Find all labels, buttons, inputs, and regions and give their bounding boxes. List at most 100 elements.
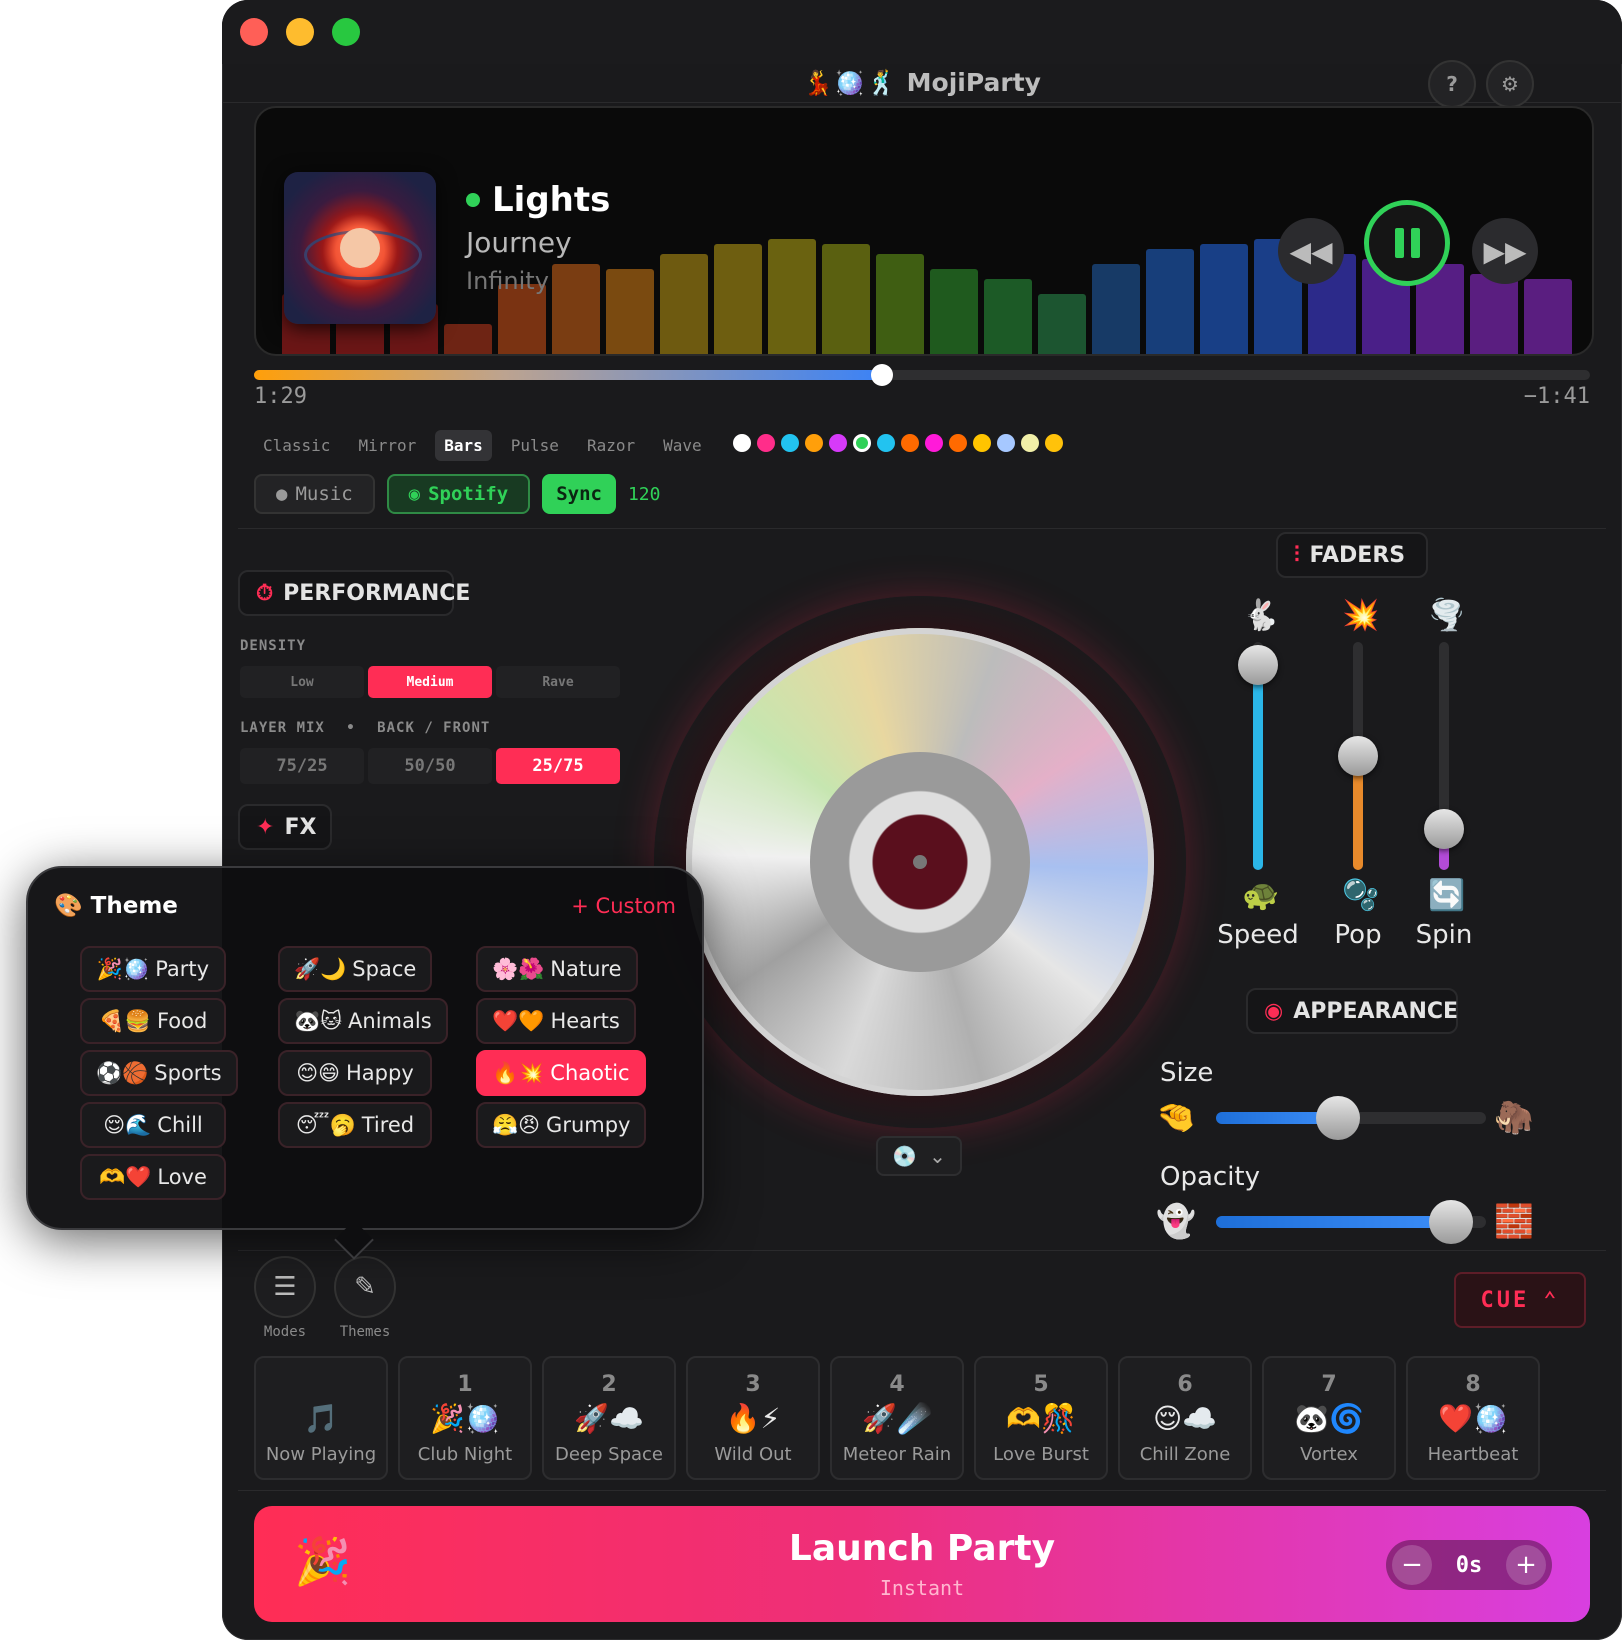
color-swatch[interactable] — [997, 434, 1015, 452]
playback-scrubber[interactable] — [870, 364, 893, 386]
preset-deep-space[interactable]: 2 🚀☁️ Deep Space — [542, 1356, 676, 1480]
cue-button[interactable]: CUE ⌃ — [1454, 1272, 1586, 1328]
rewind-icon: ◀◀ — [1289, 234, 1333, 268]
color-swatch[interactable] — [925, 434, 943, 452]
cue-label: CUE — [1480, 1287, 1530, 1313]
close-window-button[interactable] — [240, 18, 268, 46]
preset-number: 1 — [457, 1371, 473, 1397]
preset-now-playing[interactable]: 🎵 Now Playing — [254, 1356, 388, 1480]
next-track-button[interactable]: ▶▶ — [1472, 218, 1538, 284]
visualizer-bar — [768, 239, 816, 354]
theme-chip-party[interactable]: 🎉🪩 Party — [80, 946, 226, 992]
decrease-delay-button[interactable]: − — [1392, 1545, 1432, 1585]
sync-button[interactable]: Sync — [542, 474, 616, 514]
previous-track-button[interactable]: ◀◀ — [1278, 218, 1344, 284]
preset-meteor-rain[interactable]: 4 🚀☄️ Meteor Rain — [830, 1356, 964, 1480]
zoom-window-button[interactable] — [332, 18, 360, 46]
turntable[interactable] — [654, 596, 1186, 1128]
modes-button[interactable]: ☰ — [254, 1256, 316, 1318]
theme-chip-love[interactable]: 🫶❤️ Love — [80, 1154, 226, 1200]
speed-fader-track[interactable] — [1238, 642, 1278, 870]
theme-chip-chill[interactable]: 😌🌊 Chill — [80, 1102, 226, 1148]
tab-pulse[interactable]: Pulse — [502, 430, 568, 461]
speed-fader-knob[interactable] — [1238, 644, 1278, 685]
cd-spindle — [913, 855, 927, 869]
sliders-icon: ⫶ — [1294, 542, 1300, 568]
playback-progress-bar[interactable] — [254, 364, 1590, 386]
spin-fader-knob[interactable] — [1424, 808, 1464, 849]
help-button[interactable]: ? — [1428, 60, 1476, 108]
visualizer-bar — [444, 324, 492, 354]
color-swatch[interactable] — [1021, 434, 1039, 452]
custom-theme-button[interactable]: + Custom — [571, 894, 676, 918]
theme-chip-food[interactable]: 🍕🍔 Food — [80, 998, 226, 1044]
opacity-slider[interactable] — [1216, 1200, 1486, 1244]
theme-chip-label: Happy — [346, 1061, 414, 1085]
density-low-option[interactable]: Low — [240, 666, 364, 698]
color-swatch[interactable] — [781, 434, 799, 452]
tab-mirror[interactable]: Mirror — [349, 430, 425, 461]
tab-razor[interactable]: Razor — [578, 430, 644, 461]
settings-button[interactable]: ⚙ — [1486, 60, 1534, 108]
disc-style-dropdown[interactable]: 💿 ⌄ — [876, 1136, 962, 1176]
pop-fader-track[interactable] — [1338, 642, 1378, 870]
color-swatch[interactable] — [973, 434, 991, 452]
play-pause-button[interactable] — [1364, 200, 1450, 286]
preset-name: Now Playing — [265, 1443, 377, 1465]
color-swatch[interactable] — [949, 434, 967, 452]
preset-wild-out[interactable]: 3 🔥⚡ Wild Out — [686, 1356, 820, 1480]
spin-fader-track[interactable] — [1424, 642, 1464, 870]
opacity-slider-knob[interactable] — [1428, 1200, 1473, 1244]
theme-chip-happy[interactable]: 😊😄 Happy — [278, 1050, 432, 1096]
color-swatch[interactable] — [805, 434, 823, 452]
density-rave-option[interactable]: Rave — [496, 666, 620, 698]
themes-button[interactable]: ✎ — [334, 1256, 396, 1318]
preset-vortex[interactable]: 7 🐼🌀 Vortex — [1262, 1356, 1396, 1480]
title-bar — [222, 0, 1622, 64]
preset-love-burst[interactable]: 5 🫶🎊 Love Burst — [974, 1356, 1108, 1480]
color-swatch[interactable] — [853, 434, 871, 452]
launch-party-button[interactable]: 🎉 Launch Party Instant − 0s + — [254, 1506, 1590, 1622]
theme-chip-chaotic[interactable]: 🔥💥 Chaotic — [476, 1050, 646, 1096]
density-medium-option[interactable]: Medium — [368, 666, 492, 698]
size-slider-knob[interactable] — [1315, 1096, 1360, 1140]
spotify-label: Spotify — [428, 483, 509, 505]
theme-chip-hearts[interactable]: ❤️🧡 Hearts — [476, 998, 636, 1044]
theme-chip-emoji-icon: 😤😠 — [492, 1112, 541, 1137]
layer-75-25-option[interactable]: 75/25 — [240, 748, 364, 784]
theme-chip-grumpy[interactable]: 😤😠 Grumpy — [476, 1102, 647, 1148]
color-swatch[interactable] — [733, 434, 751, 452]
apple-music-button[interactable]: ● Music — [254, 474, 375, 514]
color-swatch[interactable] — [877, 434, 895, 452]
track-album: Infinity — [466, 267, 549, 295]
eye-icon: ◉ — [1264, 998, 1284, 1024]
increase-delay-button[interactable]: + — [1506, 1545, 1546, 1585]
cd-disc[interactable] — [686, 628, 1154, 1096]
theme-chip-tired[interactable]: 😴🥱 Tired — [278, 1102, 432, 1148]
minimize-window-button[interactable] — [286, 18, 314, 46]
color-swatch[interactable] — [1045, 434, 1063, 452]
tab-wave[interactable]: Wave — [654, 430, 711, 461]
spotify-button[interactable]: ◉ Spotify — [386, 474, 531, 514]
color-swatch[interactable] — [757, 434, 775, 452]
theme-chip-sports[interactable]: ⚽🏀 Sports — [80, 1050, 238, 1096]
preset-club-night[interactable]: 1 🎉🪩 Club Night — [398, 1356, 532, 1480]
theme-chip-space[interactable]: 🚀🌙 Space — [278, 946, 433, 992]
preset-chill-zone[interactable]: 6 😌☁️ Chill Zone — [1118, 1356, 1252, 1480]
theme-chip-animals[interactable]: 🐼🐱 Animals — [278, 998, 448, 1044]
tab-bars[interactable]: Bars — [435, 430, 492, 461]
pop-fader-knob[interactable] — [1338, 736, 1378, 776]
launch-delay-stepper: − 0s + — [1386, 1540, 1552, 1590]
app-title-text: MojiParty — [906, 68, 1041, 97]
layer-25-75-option[interactable]: 25/75 — [496, 748, 620, 784]
layer-50-50-option[interactable]: 50/50 — [368, 748, 492, 784]
tab-classic[interactable]: Classic — [254, 430, 339, 461]
color-swatch[interactable] — [829, 434, 847, 452]
visualizer-bar — [1146, 249, 1194, 354]
preset-heartbeat[interactable]: 8 ❤️🪩 Heartbeat — [1406, 1356, 1540, 1480]
preset-name: Wild Out — [714, 1443, 792, 1465]
explosion-icon: 💥 — [1342, 598, 1380, 633]
color-swatch[interactable] — [901, 434, 919, 452]
size-slider[interactable] — [1216, 1096, 1486, 1140]
theme-chip-nature[interactable]: 🌸🌺 Nature — [476, 946, 638, 992]
